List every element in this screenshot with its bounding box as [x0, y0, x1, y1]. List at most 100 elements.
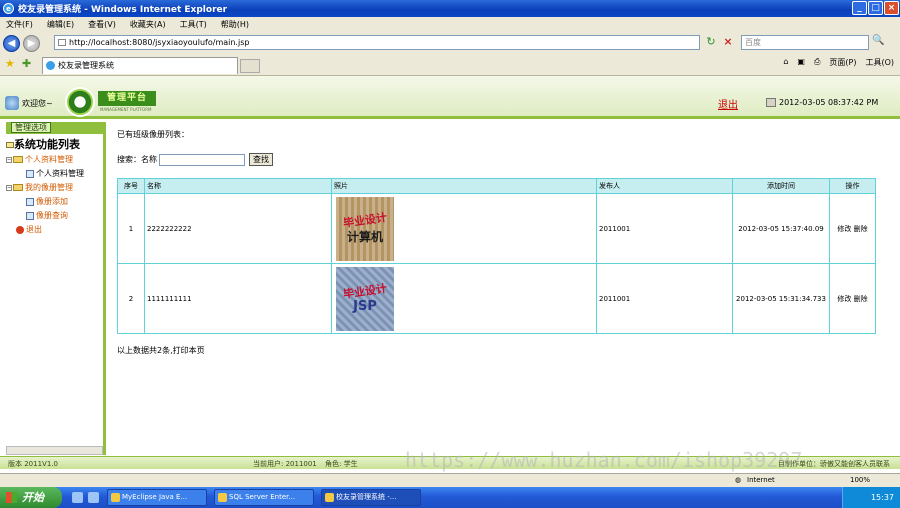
page-icon: [58, 39, 66, 46]
page-menu[interactable]: 页面(P): [829, 57, 856, 68]
table-summary: 以上数据共2条,打印本页: [117, 346, 205, 355]
main-content: 已有班级像册列表： 搜索： 名称 查找 序号 名称 照片 发布人 添加时间 操作…: [110, 122, 893, 455]
menu-help[interactable]: 帮助(H): [221, 19, 249, 30]
cell-publisher: 2011001: [596, 263, 733, 334]
tree-root: 系统功能列表: [6, 137, 106, 153]
command-bar: ⌂ ▣ ⎙ 页面(P) 工具(O): [774, 57, 894, 68]
search-row: 搜索： 名称 查找: [117, 153, 273, 166]
col-actions: 操作: [829, 178, 876, 194]
tree-group-album-label: 我的像册管理: [25, 183, 73, 192]
menu-file[interactable]: 文件(F): [6, 19, 33, 30]
feeds-icon[interactable]: ▣: [797, 57, 805, 68]
ie-quicklaunch-icon[interactable]: [88, 492, 99, 503]
task-ie[interactable]: 校友录管理系统 -...: [321, 489, 421, 506]
calendar-icon: [766, 98, 776, 107]
delete-link[interactable]: 删除: [854, 295, 868, 303]
ie-statusbar: ◍ Internet 100%: [0, 473, 900, 487]
tree-group-profile[interactable]: − 个人资料管理: [6, 153, 106, 167]
tab-page-icon: [46, 61, 55, 70]
col-publisher: 发布人: [596, 178, 733, 194]
tray-clock: 15:37: [870, 493, 894, 502]
address-input[interactable]: http://localhost:8080/jsyxiaoyoulufo/mai…: [54, 35, 700, 50]
sidebar-header: 管理选项: [6, 122, 106, 134]
table-header-row: 序号 名称 照片 发布人 添加时间 操作: [117, 178, 876, 194]
cell-publisher: 2011001: [596, 193, 733, 264]
task-myeclipse[interactable]: MyEclipse Java E...: [107, 489, 207, 506]
menu-edit[interactable]: 编辑(E): [47, 19, 74, 30]
folder-icon: [13, 156, 23, 163]
album-photo[interactable]: 毕业设计 JSP: [336, 266, 394, 331]
sidebar-hscrollbar[interactable]: [6, 446, 103, 455]
sidebar-item-profile-label: 个人资料管理: [36, 169, 84, 178]
root-folder-icon: [6, 142, 14, 148]
stop-icon[interactable]: ×: [721, 35, 735, 49]
add-favorites-icon[interactable]: ✚: [22, 57, 31, 70]
welcome: 欢迎您~: [5, 96, 53, 110]
photo-caption-bottom: 计算机: [346, 230, 383, 244]
photo-caption-top: 毕业设计: [342, 281, 388, 301]
cell-time: 2012-03-05 15:31:34.733: [732, 263, 830, 334]
menubar: 文件(F) 编辑(E) 查看(V) 收藏夹(A) 工具(T) 帮助(H): [0, 17, 900, 32]
back-button[interactable]: ◀: [3, 34, 20, 52]
delete-link[interactable]: 删除: [854, 225, 868, 233]
collapse-icon[interactable]: −: [6, 184, 12, 191]
app-header: 欢迎您~ 管理平台 MANAGEMENT PLATFORM 退出 2012-03…: [0, 76, 900, 119]
user-avatar-icon: [5, 96, 19, 110]
album-photo[interactable]: 毕业设计 计算机: [336, 196, 394, 261]
forward-button[interactable]: ▶: [23, 34, 40, 52]
task-label: SQL Server Enter...: [229, 493, 296, 501]
sidebar-item-exit[interactable]: 退出: [6, 223, 106, 237]
menu-tools[interactable]: 工具(T): [180, 19, 207, 30]
menu-favorites[interactable]: 收藏夹(A): [130, 19, 166, 30]
zone-text: Internet: [747, 476, 775, 484]
print-icon[interactable]: ⎙: [814, 57, 820, 68]
cell-no: 1: [117, 193, 145, 264]
favorites-star-icon[interactable]: ★: [5, 57, 15, 70]
app-icon: [325, 493, 334, 502]
cell-photo: 毕业设计 JSP: [331, 263, 597, 334]
tools-menu[interactable]: 工具(O): [865, 57, 894, 68]
search-icon[interactable]: 🔍: [872, 35, 894, 50]
sidebar: 管理选项 系统功能列表 − 个人资料管理 个人资料管理 − 我的像册管理 像册添加 …: [6, 122, 106, 455]
task-sqlserver[interactable]: SQL Server Enter...: [214, 489, 314, 506]
cell-no: 2: [117, 263, 145, 334]
new-tab-button[interactable]: [240, 59, 260, 73]
task-label: MyEclipse Java E...: [122, 493, 188, 501]
welcome-text: 欢迎您~: [22, 98, 53, 108]
cell-name: 2222222222: [144, 193, 332, 264]
tab-main[interactable]: 校友录管理系统: [42, 57, 238, 74]
search-input[interactable]: 百度: [741, 35, 869, 50]
watermark: https://www.huzhan.com/ishop39297: [405, 448, 803, 472]
window-titlebar: e 校友录管理系统 - Windows Internet Explorer _ …: [0, 0, 900, 17]
edit-link[interactable]: 修改: [837, 225, 851, 233]
sidebar-item-album-add-label: 像册添加: [36, 197, 68, 206]
edit-link[interactable]: 修改: [837, 295, 851, 303]
minimize-button[interactable]: _: [852, 1, 867, 15]
sidebar-item-profile[interactable]: 个人资料管理: [6, 167, 106, 181]
tree-group-album[interactable]: − 我的像册管理: [6, 181, 106, 195]
show-desktop-icon[interactable]: [72, 492, 83, 503]
refresh-icon[interactable]: ↻: [704, 35, 718, 49]
collapse-icon[interactable]: −: [6, 156, 12, 163]
zoom-text[interactable]: 100%: [850, 476, 870, 484]
logo-icon: [65, 87, 95, 117]
cell-time: 2012-03-05 15:37:40.09: [732, 193, 830, 264]
version-text: 版本 2011V1.0: [8, 460, 58, 468]
home-icon[interactable]: ⌂: [783, 57, 788, 68]
find-button[interactable]: 查找: [249, 153, 273, 166]
cell-name: 1111111111: [144, 263, 332, 334]
tree-root-label: 系统功能列表: [14, 138, 80, 151]
tree-group-profile-label: 个人资料管理: [25, 155, 73, 164]
start-button[interactable]: 开始: [0, 487, 62, 508]
maximize-button[interactable]: □: [868, 1, 883, 15]
tab-title: 校友录管理系统: [58, 61, 114, 70]
document-icon: [26, 211, 34, 220]
sidebar-item-album-add[interactable]: 像册添加: [6, 195, 106, 209]
window-title: 校友录管理系统 - Windows Internet Explorer: [18, 5, 228, 15]
sidebar-item-album-query[interactable]: 像册查询: [6, 209, 106, 223]
menu-view[interactable]: 查看(V): [88, 19, 116, 30]
name-search-input[interactable]: [159, 153, 245, 166]
close-button[interactable]: ×: [884, 1, 899, 15]
function-tree: 系统功能列表 − 个人资料管理 个人资料管理 − 我的像册管理 像册添加 像册查询 …: [6, 137, 106, 237]
logout-link[interactable]: 退出: [718, 96, 738, 111]
